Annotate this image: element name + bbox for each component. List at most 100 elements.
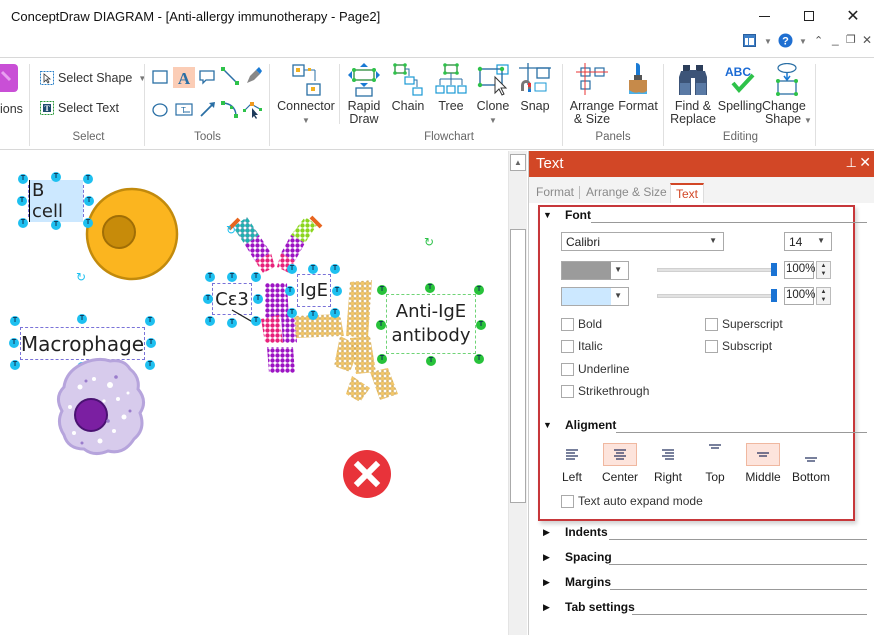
italic-checkbox[interactable]: Italic — [561, 339, 603, 353]
layout-dropdown-caret[interactable]: ▼ — [764, 37, 772, 46]
resize-handle[interactable]: T — [205, 272, 215, 282]
font-size-dropdown[interactable]: 14 ▼ — [784, 232, 832, 251]
text-auto-expand-checkbox[interactable]: Text auto expand mode — [561, 494, 703, 508]
find-replace-button[interactable]: Find & Replace — [668, 63, 718, 126]
resize-handle[interactable]: T — [83, 218, 93, 228]
arrange-size-button[interactable]: Arrange & Size — [567, 63, 617, 126]
resize-handle[interactable]: T — [330, 308, 340, 318]
resize-handle[interactable]: T — [18, 218, 28, 228]
checkbox-box[interactable] — [561, 339, 574, 353]
text-opacity-spinner[interactable]: ▲ ▼ — [816, 261, 831, 279]
align-left-button[interactable]: Left — [549, 443, 595, 484]
spelling-button[interactable]: ABC Spelling — [717, 63, 763, 113]
resize-handle[interactable]: T — [377, 285, 387, 295]
text-opacity-slider[interactable] — [657, 268, 775, 272]
ige-label-box[interactable]: IgE — [297, 274, 331, 307]
superscript-checkbox[interactable]: Superscript — [705, 317, 783, 331]
select-text-button[interactable]: T Select Text — [40, 101, 119, 115]
resize-handle[interactable]: T — [17, 196, 27, 206]
checkbox-box[interactable] — [561, 384, 574, 398]
layout-button[interactable] — [743, 34, 756, 50]
rapid-draw-button[interactable]: Rapid Draw — [342, 63, 386, 126]
bezier-tool[interactable] — [243, 100, 263, 125]
resize-handle[interactable]: T — [425, 283, 435, 293]
help-button[interactable]: ? — [778, 33, 793, 51]
resize-handle[interactable]: T — [205, 316, 215, 326]
checkbox-box[interactable] — [561, 494, 574, 508]
doc-close-icon[interactable]: ✕ — [862, 33, 872, 47]
macrophage-label-box[interactable]: Macrophage — [20, 327, 145, 360]
b-cell-shape[interactable] — [84, 186, 180, 282]
resize-handle[interactable]: T — [287, 264, 297, 274]
doc-restore-icon[interactable]: ❐ — [846, 33, 856, 46]
rotate-handle-icon[interactable]: ↻ — [424, 235, 434, 249]
text-opacity-slider-thumb[interactable] — [771, 263, 777, 276]
help-dropdown-caret[interactable]: ▼ — [799, 37, 807, 46]
tab-text[interactable]: Text — [670, 183, 704, 203]
maximize-button[interactable] — [789, 2, 829, 30]
text-opacity-input[interactable]: 100% — [784, 261, 815, 279]
resize-handle[interactable]: T — [51, 220, 61, 230]
font-family-dropdown[interactable]: Calibri ▼ — [561, 232, 724, 251]
checkbox-box[interactable] — [561, 362, 574, 376]
alignment-section-header[interactable]: ▼ Aligment — [543, 418, 616, 432]
tab-format[interactable]: Format — [536, 185, 574, 199]
b-cell-label[interactable]: B cell — [29, 180, 83, 222]
indents-section-header[interactable]: ▶ Indents — [543, 525, 608, 539]
resize-handle[interactable]: T — [227, 272, 237, 282]
strikethrough-checkbox[interactable]: Strikethrough — [561, 384, 649, 398]
change-shape-dropdown-caret[interactable]: ▼ — [804, 116, 812, 125]
anti-ige-label-box[interactable]: Anti-IgE antibody — [386, 294, 476, 354]
doc-minimize-icon[interactable]: _ — [832, 32, 839, 46]
resize-handle[interactable]: T — [474, 285, 484, 295]
resize-handle[interactable]: T — [18, 174, 28, 184]
resize-handle[interactable]: T — [377, 354, 387, 364]
connector-dropdown-caret[interactable]: ▼ — [302, 116, 310, 125]
clone-dropdown-caret[interactable]: ▼ — [489, 116, 497, 125]
format-button[interactable]: Format — [616, 63, 660, 113]
resize-handle[interactable]: T — [251, 272, 261, 282]
align-center-button[interactable]: Center — [597, 443, 643, 484]
select-shape-button[interactable]: Select Shape ▼ — [40, 71, 146, 85]
ellipse-tool[interactable] — [152, 102, 168, 123]
collapse-ribbon-icon[interactable]: ⌃ — [814, 34, 823, 47]
resize-handle[interactable]: T — [476, 320, 486, 330]
vertical-scrollbar[interactable]: ▲ — [508, 151, 527, 635]
margins-section-header[interactable]: ▶ Margins — [543, 575, 611, 589]
resize-handle[interactable]: T — [287, 308, 297, 318]
text-tool[interactable]: A — [173, 67, 195, 88]
anti-ige-label-line1[interactable]: Anti-IgE — [396, 300, 466, 324]
bold-checkbox[interactable]: Bold — [561, 317, 602, 331]
resize-handle[interactable]: T — [203, 294, 213, 304]
resize-handle[interactable]: T — [77, 314, 87, 324]
snap-button[interactable]: Snap — [516, 63, 554, 113]
checkbox-box[interactable] — [705, 317, 718, 331]
underline-checkbox[interactable]: Underline — [561, 362, 629, 376]
align-bottom-button[interactable]: Bottom — [788, 443, 834, 484]
select-shape-dropdown-caret[interactable]: ▼ — [138, 74, 146, 83]
background-opacity-slider-thumb[interactable] — [771, 289, 777, 302]
resize-handle[interactable]: T — [83, 174, 93, 184]
text-color-picker[interactable]: ▼ — [561, 261, 629, 280]
background-opacity-input[interactable]: 100% — [784, 287, 815, 305]
connector-button[interactable]: Connector ▼ — [274, 63, 338, 127]
background-opacity-slider[interactable] — [657, 294, 775, 298]
rotate-handle-icon[interactable]: ↻ — [226, 223, 236, 237]
align-right-button[interactable]: Right — [645, 443, 691, 484]
callout-tool[interactable] — [199, 69, 216, 90]
arrow-tool[interactable] — [199, 100, 217, 123]
arc-tool[interactable] — [221, 100, 239, 123]
delete-icon[interactable] — [343, 450, 391, 498]
resize-handle[interactable]: T — [51, 172, 61, 182]
background-color-picker[interactable]: ▼ — [561, 287, 629, 306]
drawing-canvas[interactable]: B cell T T T T T T T T ↻ Cε3 T T T T T T… — [0, 151, 508, 635]
ige-label[interactable]: IgE — [300, 280, 328, 301]
align-top-button[interactable]: Top — [692, 443, 738, 484]
resize-handle[interactable]: T — [474, 354, 484, 364]
minimize-button[interactable] — [744, 2, 784, 30]
checkbox-box[interactable] — [705, 339, 718, 353]
pin-icon[interactable]: ⊥ — [846, 155, 857, 171]
macrophage-label[interactable]: Macrophage — [21, 332, 144, 356]
macrophage-shape[interactable] — [54, 357, 152, 459]
tab-arrange-size[interactable]: Arrange & Size — [586, 185, 667, 199]
